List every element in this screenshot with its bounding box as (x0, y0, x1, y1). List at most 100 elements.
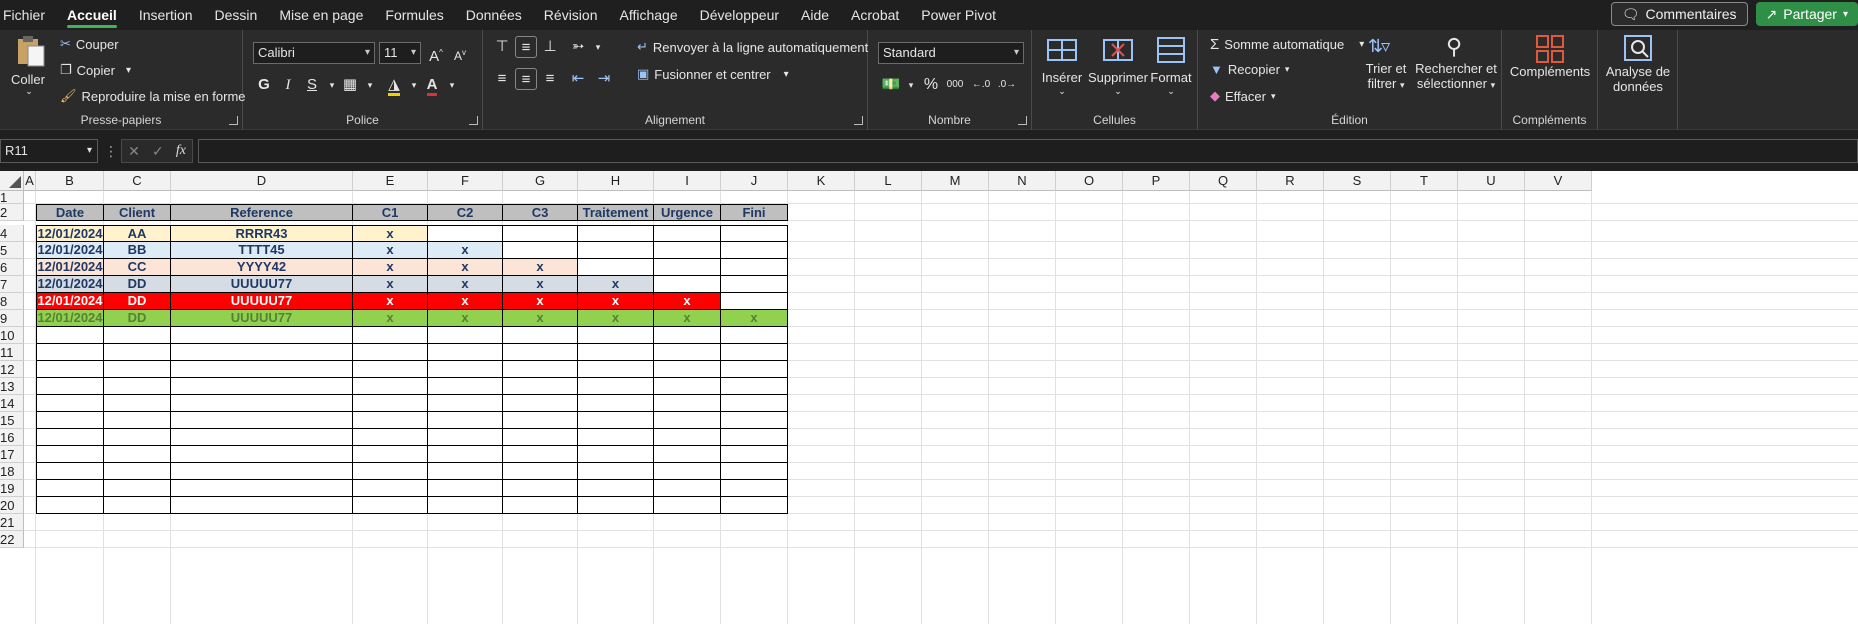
cell-F5[interactable]: x (428, 242, 503, 259)
column-header-K[interactable]: K (788, 171, 855, 191)
cell-G13[interactable] (503, 378, 578, 395)
menu-tab-développeur[interactable]: Développeur (689, 0, 790, 30)
cell-G18[interactable] (503, 463, 578, 480)
cell-I20[interactable] (654, 497, 721, 514)
cell-I4[interactable] (654, 225, 721, 242)
cell-D12[interactable] (171, 361, 353, 378)
cell-D16[interactable] (171, 429, 353, 446)
column-header-U[interactable]: U (1458, 171, 1525, 191)
cell-C2[interactable]: Client (104, 204, 171, 221)
cell-D9[interactable]: UUUUU77 (171, 310, 353, 327)
cell-E15[interactable] (353, 412, 428, 429)
cell-H5[interactable] (578, 242, 654, 259)
column-header-F[interactable]: F (428, 171, 503, 191)
row-header-5[interactable]: 5 (0, 242, 24, 259)
cell-B2[interactable]: Date (36, 204, 104, 221)
cell-I17[interactable] (654, 446, 721, 463)
cell-F17[interactable] (428, 446, 503, 463)
row-header-12[interactable]: 12 (0, 361, 24, 378)
cell-B4[interactable]: 12/01/2024 (36, 225, 104, 242)
cell-E2[interactable]: C1 (353, 204, 428, 221)
cell-G4[interactable] (503, 225, 578, 242)
cell-I12[interactable] (654, 361, 721, 378)
dialog-launcher-icon[interactable] (1018, 116, 1027, 125)
column-header-P[interactable]: P (1123, 171, 1190, 191)
sort-filter-button[interactable]: ⇅▿ Trier et filtrer ▾ (1364, 34, 1408, 100)
column-header-A[interactable]: A (24, 171, 36, 191)
bold-button[interactable]: G (253, 74, 275, 96)
confirm-icon[interactable]: ✓ (152, 143, 164, 160)
column-header-M[interactable]: M (922, 171, 989, 191)
cell-G19[interactable] (503, 480, 578, 497)
align-right-icon[interactable]: ≡ (539, 68, 561, 90)
cell-J6[interactable] (721, 259, 788, 276)
cell-G5[interactable] (503, 242, 578, 259)
cell-G8[interactable]: x (503, 293, 578, 310)
cell-H16[interactable] (578, 429, 654, 446)
cell-F10[interactable] (428, 327, 503, 344)
cell-F19[interactable] (428, 480, 503, 497)
cell-E11[interactable] (353, 344, 428, 361)
fill-color-icon[interactable]: ◮ (383, 74, 405, 96)
dialog-launcher-icon[interactable] (469, 116, 478, 125)
cell-F4[interactable] (428, 225, 503, 242)
row-header-4[interactable]: 4 (0, 225, 24, 242)
more-options-icon[interactable]: ⋮ (104, 143, 118, 160)
cell-B10[interactable] (36, 327, 104, 344)
menu-tab-power-pivot[interactable]: Power Pivot (910, 0, 1007, 30)
cell-C17[interactable] (104, 446, 171, 463)
cell-J18[interactable] (721, 463, 788, 480)
menu-tab-formules[interactable]: Formules (374, 0, 454, 30)
insert-function-icon[interactable]: fx (176, 143, 186, 159)
wrap-text-button[interactable]: ↵ Renvoyer à la ligne automatiquement (637, 39, 868, 55)
cell-B14[interactable] (36, 395, 104, 412)
orientation-icon[interactable]: ➳ (567, 36, 589, 58)
row-header-13[interactable]: 13 (0, 378, 24, 395)
font-color-icon[interactable]: A (421, 74, 443, 96)
cell-B12[interactable] (36, 361, 104, 378)
align-top-icon[interactable]: ⊤ (491, 36, 513, 58)
cell-B13[interactable] (36, 378, 104, 395)
column-header-L[interactable]: L (855, 171, 922, 191)
cell-B5[interactable]: 12/01/2024 (36, 242, 104, 259)
align-center-icon[interactable]: ≡ (515, 68, 537, 90)
cell-I7[interactable] (654, 276, 721, 293)
cell-B9[interactable]: 12/01/2024 (36, 310, 104, 327)
cell-H20[interactable] (578, 497, 654, 514)
menu-tab-dessin[interactable]: Dessin (204, 0, 269, 30)
align-bottom-icon[interactable]: ⊥ (539, 36, 561, 58)
cell-H8[interactable]: x (578, 293, 654, 310)
cell-J20[interactable] (721, 497, 788, 514)
column-header-B[interactable]: B (36, 171, 104, 191)
cell-I10[interactable] (654, 327, 721, 344)
cell-G10[interactable] (503, 327, 578, 344)
cell-E10[interactable] (353, 327, 428, 344)
cell-F12[interactable] (428, 361, 503, 378)
cell-D2[interactable]: Reference (171, 204, 353, 221)
cell-B19[interactable] (36, 480, 104, 497)
cell-J10[interactable] (721, 327, 788, 344)
cell-G7[interactable]: x (503, 276, 578, 293)
cell-G15[interactable] (503, 412, 578, 429)
align-left-icon[interactable]: ≡ (491, 68, 513, 90)
cell-J17[interactable] (721, 446, 788, 463)
cell-H6[interactable] (578, 259, 654, 276)
chevron-down-icon[interactable]: ▾ (900, 74, 922, 96)
cell-B18[interactable] (36, 463, 104, 480)
cell-C14[interactable] (104, 395, 171, 412)
cell-J5[interactable] (721, 242, 788, 259)
accounting-format-icon[interactable]: 💵 (880, 74, 902, 96)
cell-D4[interactable]: RRRR43 (171, 225, 353, 242)
cell-F20[interactable] (428, 497, 503, 514)
cell-H19[interactable] (578, 480, 654, 497)
select-all-corner[interactable] (0, 171, 24, 191)
align-middle-icon[interactable]: ≡ (515, 36, 537, 58)
column-header-R[interactable]: R (1257, 171, 1324, 191)
font-size-select[interactable]: 11 ▾ (379, 42, 421, 64)
cut-button[interactable]: ✂ Couper (60, 36, 119, 52)
cell-D10[interactable] (171, 327, 353, 344)
column-header-H[interactable]: H (578, 171, 654, 191)
cell-B7[interactable]: 12/01/2024 (36, 276, 104, 293)
cell-E13[interactable] (353, 378, 428, 395)
cell-G9[interactable]: x (503, 310, 578, 327)
